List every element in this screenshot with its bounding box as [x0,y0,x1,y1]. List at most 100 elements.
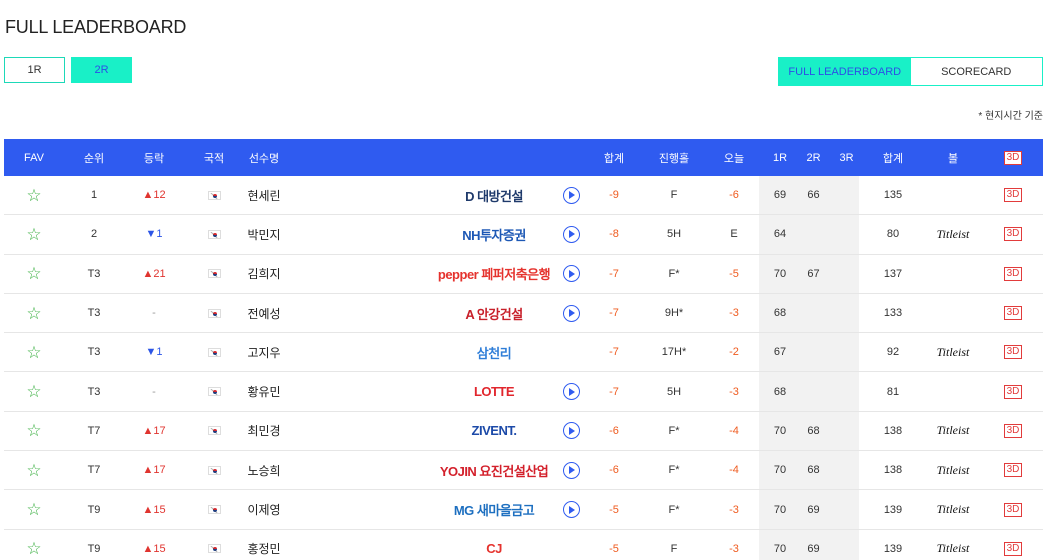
player-name[interactable]: 이제영 [244,490,284,528]
sponsor-logo: ZIVENT. [471,423,517,439]
total-score: -7 [609,267,619,280]
move-cell: ▼1 [145,228,163,241]
table-row[interactable]: ☆ T3 ▼1 고지우 삼천리 -7 17H* -2 67 92 Titleis… [4,333,1043,373]
favorite-star-icon[interactable]: ☆ [26,305,41,322]
header-fav[interactable]: FAV [4,139,64,176]
round3-score [830,372,863,410]
progress-hole: F* [668,424,680,437]
total-score: -5 [609,503,619,516]
round3-score [830,215,863,253]
progress-hole: 9H* [664,307,684,320]
player-name[interactable]: 홍정민 [244,530,284,560]
round2-score [797,215,830,253]
round3-score [830,451,863,489]
header-progress[interactable]: 진행홀 [644,139,704,176]
3d-view-button[interactable]: 3D [1003,502,1023,517]
sum-score: 138 [883,464,903,477]
header-rank[interactable]: 순위 [64,139,124,176]
play-video-icon[interactable] [562,383,580,401]
progress-hole: F [670,542,678,555]
3d-view-button[interactable]: 3D [1003,227,1023,242]
player-name[interactable]: 황유민 [244,372,284,410]
sponsor-logo: NH투자증권 [462,227,526,243]
total-score: -9 [609,189,619,202]
rank-cell: T3 [87,267,101,280]
favorite-star-icon[interactable]: ☆ [26,422,41,439]
round-tab-1r[interactable]: 1R [4,57,65,83]
view-tab-scorecard[interactable]: SCORECARD [910,58,1042,85]
sum-score: 139 [883,503,903,516]
favorite-star-icon[interactable]: ☆ [26,344,41,361]
header-move[interactable]: 등락 [124,139,184,176]
today-score: -3 [729,542,739,555]
player-name[interactable]: 전예성 [244,294,284,332]
player-name[interactable]: 고지우 [244,333,284,371]
move-cell: ▲17 [142,464,166,477]
3d-view-button[interactable]: 3D [1003,266,1023,281]
player-name[interactable]: 김희지 [244,255,284,293]
round-tab-2r[interactable]: 2R [71,57,132,83]
3d-view-button[interactable]: 3D [1003,541,1023,556]
sum-score: 133 [883,307,903,320]
favorite-star-icon[interactable]: ☆ [26,462,41,479]
play-video-icon[interactable] [562,186,580,204]
header-r3[interactable]: 3R [830,139,863,176]
rank-cell: T3 [87,385,101,398]
3d-view-button[interactable]: 3D [1003,463,1023,478]
table-row[interactable]: ☆ T7 ▲17 최민경 ZIVENT. -6 F* -4 70 68 138 … [4,412,1043,452]
progress-hole: 5H [666,228,682,241]
table-row[interactable]: ☆ T7 ▲17 노승희 YOJIN 요진건설산업 -6 F* -4 70 68… [4,451,1043,491]
table-row[interactable]: ☆ T3 - 전예성 A 안강건설 -7 9H* -3 68 133 3D [4,294,1043,334]
header-player[interactable]: 선수명 [244,139,284,176]
header-total[interactable]: 합계 [584,139,644,176]
time-note: * 현지시간 기준 [978,111,1043,122]
play-video-icon[interactable] [562,501,580,519]
ball-brand-logo [923,255,983,293]
player-name[interactable]: 현세린 [244,176,284,214]
3d-view-button[interactable]: 3D [1003,423,1023,438]
player-name[interactable]: 박민지 [244,215,284,253]
play-video-icon[interactable] [562,304,580,322]
header-today[interactable]: 오늘 [704,139,764,176]
player-name[interactable]: 노승희 [244,451,284,489]
favorite-star-icon[interactable]: ☆ [26,226,41,243]
ball-brand-logo: Titleist [936,541,970,556]
favorite-star-icon[interactable]: ☆ [26,501,41,518]
table-row[interactable]: ☆ T9 ▲15 홍정민 CJ -5 F -3 70 69 139 Titlei… [4,530,1043,560]
korea-flag-icon [207,505,221,515]
view-tabs: FULL LEADERBOARD SCORECARD [778,57,1043,86]
sum-score: 80 [886,228,900,241]
header-nation[interactable]: 국적 [184,139,244,176]
favorite-star-icon[interactable]: ☆ [26,265,41,282]
play-video-icon[interactable] [562,461,580,479]
favorite-star-icon[interactable]: ☆ [26,540,41,557]
header-sum[interactable]: 합계 [863,139,923,176]
total-score: -6 [609,424,619,437]
total-score: -5 [609,542,619,555]
play-video-icon[interactable] [562,225,580,243]
3d-view-button[interactable]: 3D [1003,384,1023,399]
player-name[interactable]: 최민경 [244,412,284,450]
favorite-star-icon[interactable]: ☆ [26,383,41,400]
table-row[interactable]: ☆ T9 ▲15 이제영 MG 새마을금고 -5 F* -3 70 69 139… [4,490,1043,530]
header-r1[interactable]: 1R [763,139,797,176]
header-r2[interactable]: 2R [797,139,830,176]
table-row[interactable]: ☆ 1 ▲12 현세린 D 대방건설 -9 F -6 69 66 135 3D [4,176,1043,216]
play-video-icon[interactable] [562,422,580,440]
sponsor-logo: LOTTE [473,384,515,400]
header-3d: 3D [983,139,1043,176]
view-tab-full-leaderboard[interactable]: FULL LEADERBOARD [779,58,911,85]
move-cell: ▲17 [142,424,166,437]
table-row[interactable]: ☆ T3 - 황유민 LOTTE -7 5H -3 68 81 3D [4,372,1043,412]
favorite-star-icon[interactable]: ☆ [26,187,41,204]
3d-view-button[interactable]: 3D [1003,345,1023,360]
round3-score [830,333,863,371]
table-row[interactable]: ☆ T3 ▲21 김희지 pepper 페퍼저축은행 -7 F* -5 70 6… [4,255,1043,294]
page-title: FULL LEADERBOARD [5,17,187,37]
move-cell: ▲15 [142,542,166,555]
play-video-icon[interactable] [562,265,580,283]
sponsor-logo: D 대방건설 [465,188,523,204]
3d-view-button[interactable]: 3D [1003,306,1023,321]
3d-view-button[interactable]: 3D [1003,188,1023,203]
table-row[interactable]: ☆ 2 ▼1 박민지 NH투자증권 -8 5H E 64 80 Titleist… [4,215,1043,255]
